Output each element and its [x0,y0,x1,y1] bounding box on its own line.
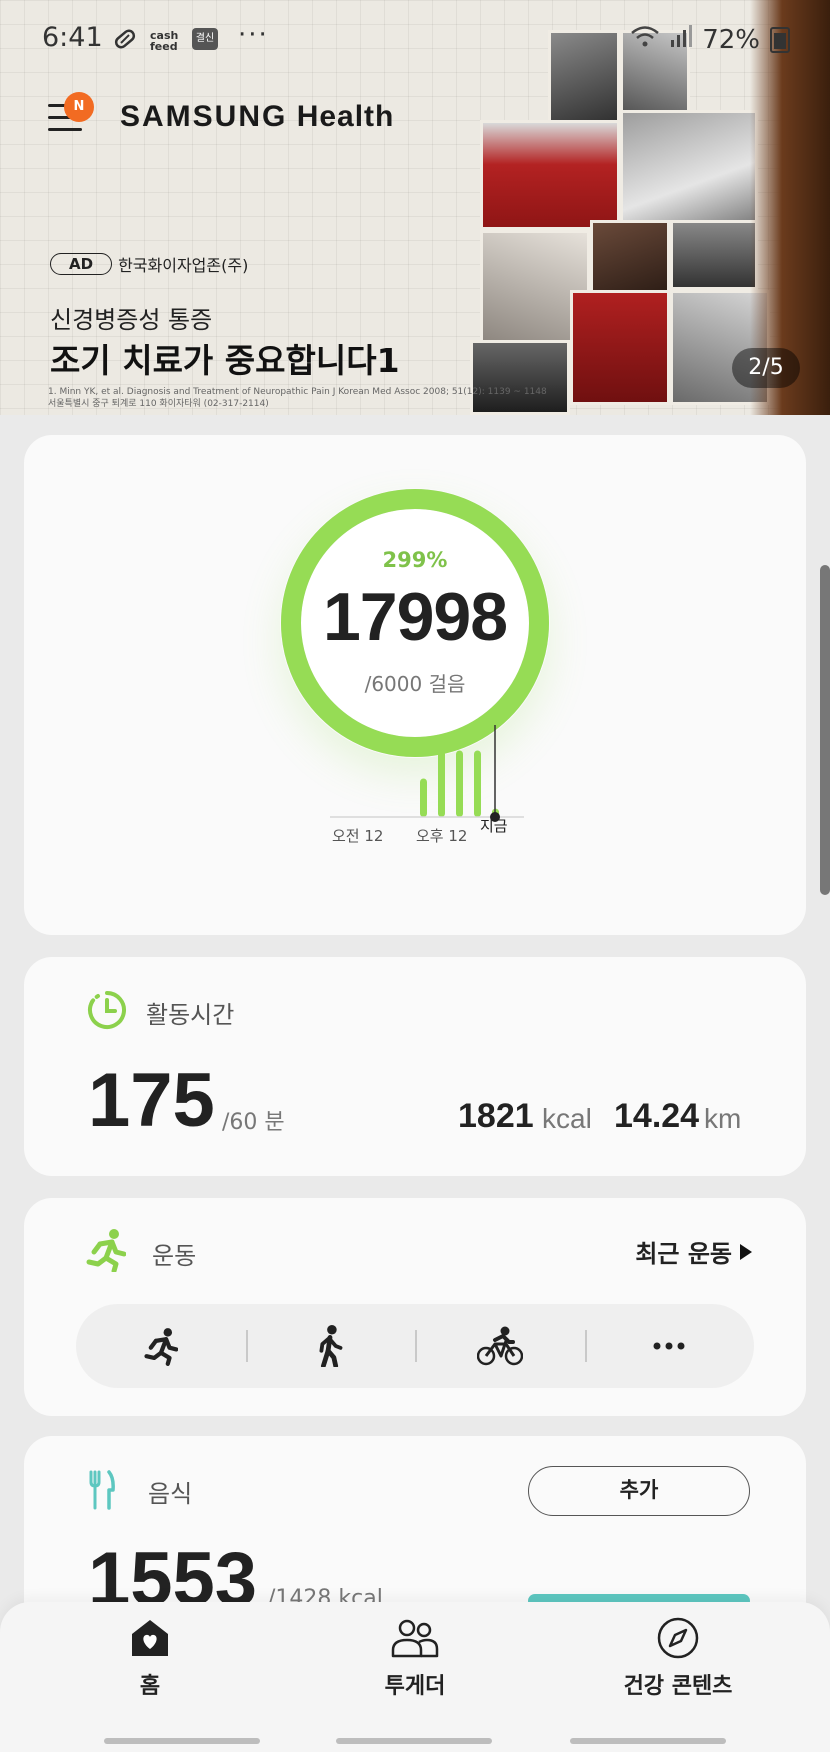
kcal-value: 1821 [458,1097,534,1135]
active-goal: /60 분 [222,1110,285,1135]
signal-icon [670,24,693,55]
ad-title: 조기 치료가 중요합니다1 [50,341,400,380]
fork-knife-icon [88,1470,116,1514]
pill-icon [112,26,138,58]
app-icon: 결신 [192,28,218,50]
hist-label-now: 지금 [480,817,508,835]
cycling-icon [476,1326,523,1366]
steps-percent: 299% [382,548,448,572]
histogram-bar [456,750,463,817]
food-title: 음식 [148,1480,193,1508]
ad-badge: AD [50,253,113,275]
steps-count: 17998 [322,579,508,655]
steps-histogram: 오전 12 오후 12 지금 [304,725,534,915]
more-exercise-button[interactable] [584,1304,755,1388]
nav-home[interactable]: 홈 [50,1616,250,1700]
system-nav-handle-right [570,1738,726,1744]
steps-ring: 299% 17998 /6000 걸음 [280,488,550,758]
scrollbar-thumb[interactable] [820,565,830,895]
histogram-bar [474,750,481,817]
cycling-button[interactable] [415,1304,585,1388]
ad-sponsor-row: AD 한국화이자업존(주) [50,252,248,276]
distance-value: 14.24 [614,1097,700,1135]
hist-label-pm: 오후 12 [416,827,468,845]
exercise-title: 운동 [152,1242,197,1270]
more-icon [653,1342,685,1350]
clock-icon [86,989,128,1035]
nav-health-content[interactable]: 건강 콘텐츠 [578,1616,778,1700]
system-nav-handle-left [104,1738,260,1744]
active-time-title: 활동시간 [146,1001,235,1029]
running-icon [144,1328,178,1366]
status-time: 6:41 [42,22,103,53]
walking-icon [319,1325,343,1367]
notification-badge: N [64,92,94,122]
running-icon [86,1228,127,1276]
steps-card[interactable]: 299% 17998 /6000 걸음 오전 12 오후 12 지금 [24,435,806,935]
status-bar: 6:41 cash feed 결신 ··· 72% [0,0,830,78]
distance-unit: km [704,1103,742,1134]
bottom-navigation: 홈 투게더 건강 콘텐츠 [0,1602,830,1752]
system-nav-handle-center [336,1738,492,1744]
nav-health-content-label: 건강 콘텐츠 [623,1674,733,1699]
add-food-button[interactable]: 추가 [528,1466,750,1516]
hist-label-am: 오전 12 [332,827,384,845]
active-time-card[interactable]: 활동시간 175 /60 분 1821 kcal 14.24 km [24,957,806,1176]
histogram-bar [420,778,427,817]
active-minutes: 175 [88,1058,215,1143]
battery-icon [770,26,790,53]
recent-exercise-link[interactable]: 최근 운동 [635,1234,752,1269]
compass-icon [657,1617,699,1659]
ad-sponsor: 한국화이자업존(주) [118,256,249,275]
ad-fine-print: 1. Minn YK, et al. Diagnosis and Treatme… [48,387,547,409]
ad-page-indicator: 2/5 [732,348,800,388]
nav-together[interactable]: 투게더 [315,1616,515,1700]
play-arrow-icon [740,1243,752,1260]
wifi-icon [630,24,660,55]
ad-subtitle: 신경병증성 통증 [50,306,213,334]
nav-home-label: 홈 [139,1674,161,1699]
kcal-unit: kcal [542,1103,592,1134]
battery-percent: 72% [702,24,760,55]
ad-banner[interactable]: 6:41 cash feed 결신 ··· 72% N SAMSUNG Heal… [0,0,830,415]
cashfeed-icon: cash feed [150,29,179,53]
walking-button[interactable] [245,1304,416,1388]
exercise-shortcuts [76,1304,754,1388]
exercise-card[interactable]: 운동 최근 운동 [24,1198,806,1416]
running-button[interactable] [76,1304,246,1388]
status-right-group: 72% [630,24,790,55]
home-icon [132,1620,168,1656]
app-brand: SAMSUNG Health [120,100,395,133]
steps-goal: /6000 걸음 [364,672,466,696]
nav-together-label: 투게더 [384,1674,446,1699]
histogram-bar [438,750,445,817]
together-icon [391,1619,439,1658]
more-dots-icon: ··· [238,20,269,50]
